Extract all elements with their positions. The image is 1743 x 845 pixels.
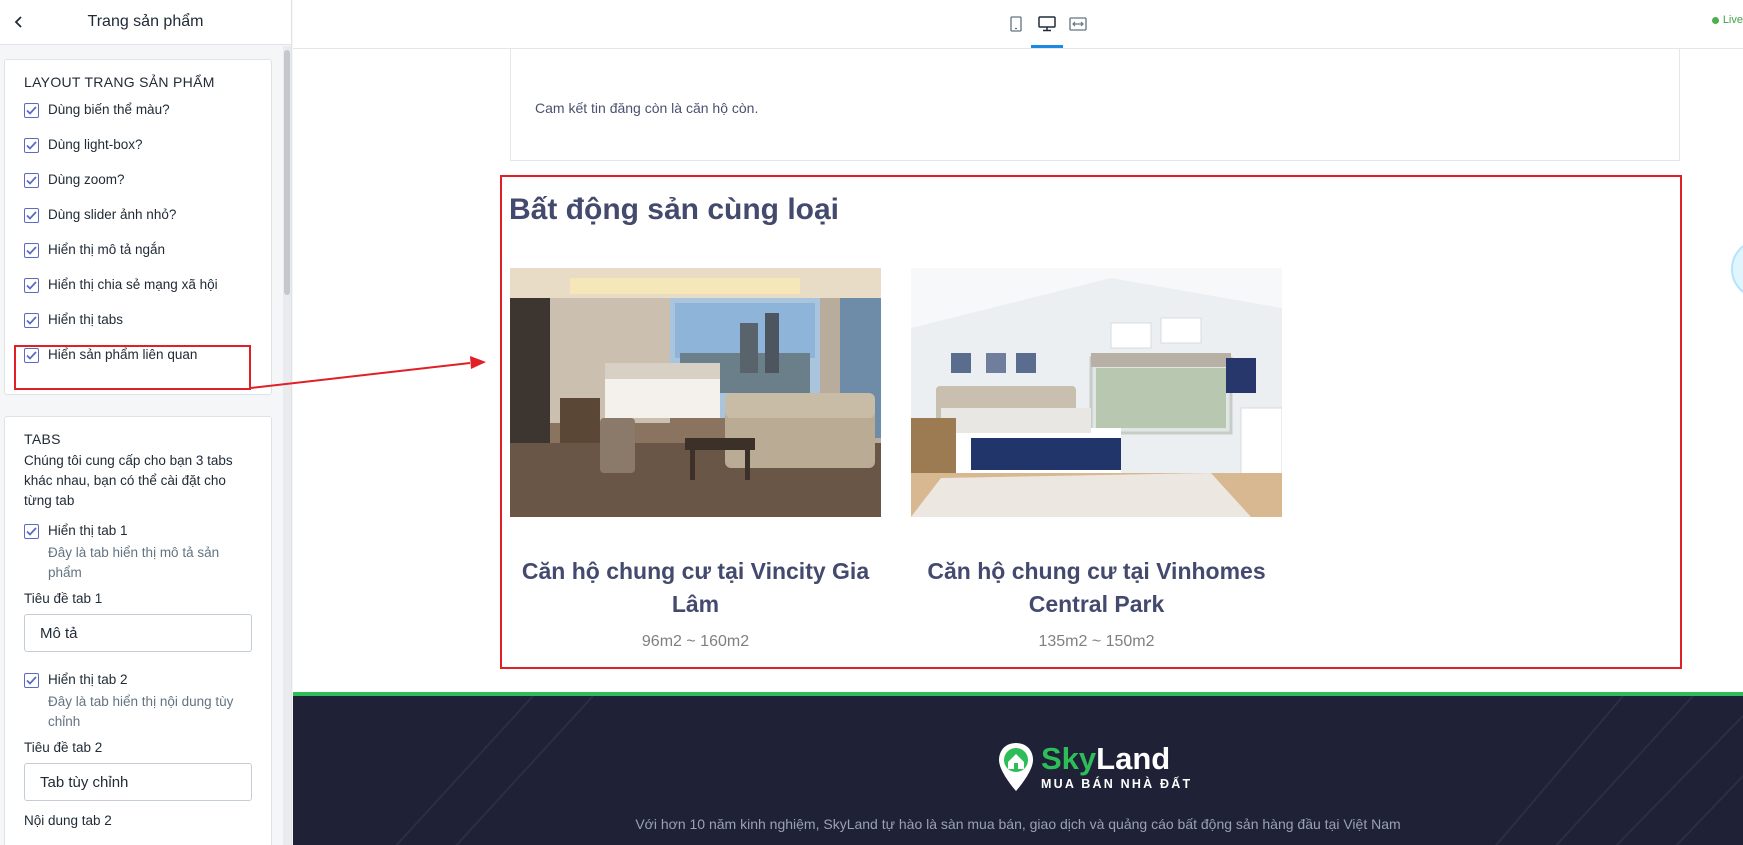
- option-lightbox[interactable]: Dùng light-box?: [24, 133, 251, 168]
- option-zoom[interactable]: Dùng zoom?: [24, 168, 251, 203]
- tabs-section-description: Chúng tôi cung cấp cho bạn 3 tabs khác n…: [24, 453, 233, 508]
- toggle-tab-2[interactable]: Hiển thị tab 2: [24, 668, 251, 692]
- floating-circle-button[interactable]: [1731, 239, 1743, 299]
- live-status: Live: [1711, 14, 1743, 26]
- tab-2-content-label: Nội dung tab 2: [24, 813, 112, 828]
- location-pin-logo-icon: [999, 743, 1033, 791]
- option-label: Hiển thị tab 1: [48, 523, 128, 538]
- product-name[interactable]: Căn hộ chung cư tại Vincity Gia Lâm: [510, 555, 881, 621]
- product-name[interactable]: Căn hộ chung cư tại Vinhomes Central Par…: [911, 555, 1282, 621]
- tab-1-help-text: Đây là tab hiển thị mô tả sản phẩm: [48, 545, 220, 580]
- logo-land-text: Land: [1096, 741, 1171, 776]
- scrollbar-thumb[interactable]: [284, 50, 290, 295]
- checkbox-checked[interactable]: [24, 138, 39, 153]
- option-show-tabs[interactable]: Hiển thị tabs: [24, 308, 251, 343]
- checkbox-checked[interactable]: [24, 524, 39, 539]
- tabs-settings-card: TABS Chúng tôi cung cấp cho bạn 3 tabs k…: [4, 416, 272, 845]
- layout-section-title: LAYOUT TRANG SẢN PHẨM: [24, 74, 215, 90]
- product-area: 96m2 ~ 160m2: [641, 633, 750, 650]
- related-product-card[interactable]: Căn hộ chung cư tại Vinhomes Central Par…: [911, 268, 1282, 651]
- option-label: Dùng biến thể màu?: [48, 102, 170, 117]
- product-image-hotel-room[interactable]: [510, 268, 881, 517]
- checkbox-checked[interactable]: [24, 673, 39, 688]
- tab-2-title-input[interactable]: [24, 763, 252, 801]
- sidebar-header: Trang sản phẩm: [0, 0, 291, 45]
- product-area: 135m2 ~ 150m2: [1038, 633, 1155, 650]
- checkbox-checked[interactable]: [24, 103, 39, 118]
- tab-2-title-label: Tiêu đề tab 2: [24, 740, 103, 755]
- option-label: Hiển thị tabs: [48, 312, 124, 327]
- skyland-logo[interactable]: SkyLand MUA BÁN NHÀ ĐẤT: [997, 741, 1192, 793]
- toggle-tab-1[interactable]: Hiển thị tab 1: [24, 519, 251, 543]
- live-dot-icon: [1711, 16, 1719, 24]
- active-device-indicator: [1031, 45, 1063, 48]
- option-label: Dùng slider ảnh nhỏ?: [48, 207, 177, 222]
- logo-sky-text: Sky: [1041, 741, 1097, 776]
- checkbox-checked[interactable]: [24, 208, 39, 223]
- back-arrow-icon[interactable]: [8, 11, 30, 33]
- product-image-bedroom[interactable]: [911, 268, 1282, 517]
- option-social-share[interactable]: Hiển thị chia sẻ mạng xã hội: [24, 273, 251, 308]
- page-preview: Cam kết tin đăng còn là căn hộ còn. Bất …: [293, 49, 1743, 845]
- checkbox-checked[interactable]: [24, 243, 39, 258]
- checkbox-checked[interactable]: [24, 313, 39, 328]
- checkbox-checked[interactable]: [24, 278, 39, 293]
- site-footer: SkyLand MUA BÁN NHÀ ĐẤT Với hơn 10 năm k…: [293, 692, 1743, 845]
- option-label: Hiển thị mô tả ngắn: [48, 242, 166, 257]
- option-color-variant[interactable]: Dùng biến thể màu?: [24, 98, 251, 133]
- footer-intro-text: Với hơn 10 năm kinh nghiệm, SkyLand tự h…: [635, 816, 1401, 832]
- product-tab-content: Cam kết tin đăng còn là căn hộ còn.: [510, 49, 1680, 161]
- desktop-view-icon[interactable]: [1034, 10, 1060, 38]
- sidebar-scrollbar[interactable]: [283, 46, 291, 845]
- tabs-section-title: TABS: [24, 431, 61, 447]
- sidebar-title: Trang sản phẩm: [87, 13, 204, 30]
- option-label: Dùng light-box?: [48, 137, 143, 152]
- fullwidth-view-icon[interactable]: [1065, 10, 1091, 38]
- option-thumbnail-slider[interactable]: Dùng slider ảnh nhỏ?: [24, 203, 251, 238]
- option-related-products[interactable]: Hiển sản phẩm liên quan: [24, 343, 251, 378]
- tab-1-title-input[interactable]: [24, 614, 252, 652]
- live-label: Live: [1722, 14, 1743, 26]
- related-product-card[interactable]: Căn hộ chung cư tại Vincity Gia Lâm 96m2…: [510, 268, 881, 651]
- checkbox-checked[interactable]: [24, 348, 39, 363]
- option-short-description[interactable]: Hiển thị mô tả ngắn: [24, 238, 251, 273]
- option-label: Hiển thị chia sẻ mạng xã hội: [48, 277, 218, 292]
- settings-sidebar: Trang sản phẩm LAYOUT TRANG SẢN PHẨM Dùn…: [0, 0, 292, 845]
- layout-settings-card: LAYOUT TRANG SẢN PHẨM Dùng biến thể màu?…: [4, 59, 272, 395]
- option-label: Dùng zoom?: [48, 172, 125, 187]
- logo-tagline: MUA BÁN NHÀ ĐẤT: [1041, 777, 1193, 791]
- preview-toolbar: Live: [293, 0, 1743, 49]
- tab-1-title-label: Tiêu đề tab 1: [24, 591, 103, 606]
- commitment-text: Cam kết tin đăng còn là căn hộ còn.: [535, 100, 759, 116]
- checkbox-checked[interactable]: [24, 173, 39, 188]
- option-label: Hiển sản phẩm liên quan: [48, 347, 198, 362]
- option-label: Hiển thị tab 2: [48, 672, 128, 687]
- mobile-view-icon[interactable]: [1003, 10, 1029, 38]
- related-products-title: Bất động sản cùng loại: [509, 193, 840, 226]
- tab-2-help-text: Đây là tab hiển thị nội dung tùy chỉnh: [48, 694, 234, 729]
